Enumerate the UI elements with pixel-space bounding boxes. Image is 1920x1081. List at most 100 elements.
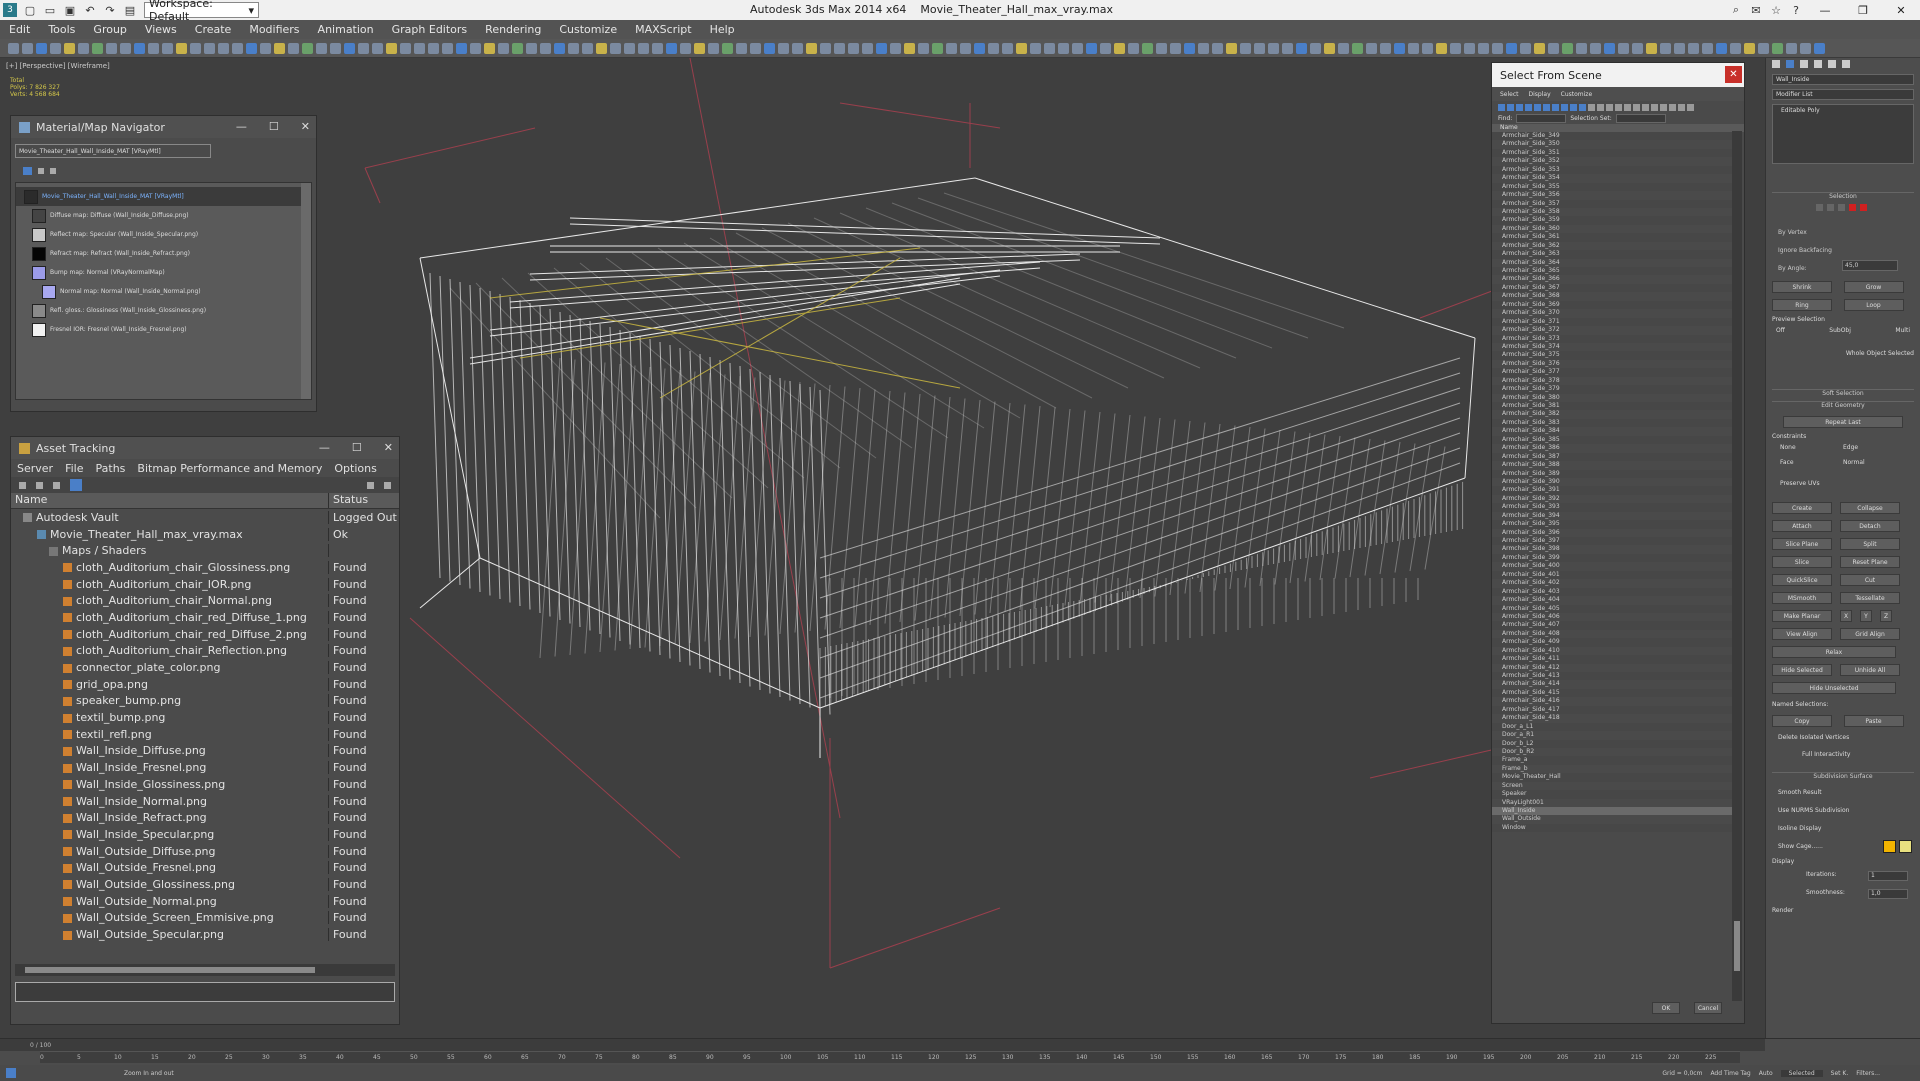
table-row[interactable]: Autodesk Vault Logged Out (... (11, 509, 399, 526)
toolbar-tool-icon[interactable] (1562, 42, 1573, 54)
list-item[interactable]: Armchair_Side_415 (1492, 688, 1732, 698)
toolbar-tool-icon[interactable] (680, 42, 691, 54)
edge-mode-icon[interactable] (1827, 204, 1834, 211)
filter-toggle-icon[interactable] (1624, 103, 1631, 111)
list-item[interactable]: Armchair_Side_385 (1492, 435, 1732, 445)
toolbar-tool-icon[interactable] (1422, 42, 1433, 54)
filter-toggle-icon[interactable] (1579, 103, 1586, 111)
toolbar-tool-icon[interactable] (1492, 42, 1503, 54)
selected-dropdown[interactable]: Selected (1780, 1069, 1823, 1077)
toolbar-tool-icon[interactable] (1744, 42, 1755, 54)
toolbar-tool-icon[interactable] (1730, 42, 1741, 54)
isoline-display-check[interactable]: Isoline Display (1778, 820, 1908, 838)
list-item[interactable]: Armchair_Side_399 (1492, 553, 1732, 563)
horizontal-scrollbar[interactable] (15, 964, 395, 976)
toolbar-tool-icon[interactable] (1002, 42, 1013, 54)
toolbar-tool-icon[interactable] (1464, 42, 1475, 54)
select-menu-display[interactable]: Display (1529, 91, 1551, 98)
toolbar-tool-icon[interactable] (1198, 42, 1209, 54)
toolbar-tool-icon[interactable] (512, 42, 523, 54)
list-item[interactable]: Armchair_Side_395 (1492, 520, 1732, 529)
table-row[interactable]: Wall_Outside_Diffuse.png Found (11, 843, 399, 860)
material-tree-item[interactable]: Fresnel IOR: Fresnel (Wall_Inside_Fresne… (16, 320, 311, 339)
list-item[interactable]: Armchair_Side_386 (1492, 444, 1732, 452)
toolbar-tool-icon[interactable] (1394, 42, 1405, 54)
close-icon[interactable]: ✕ (384, 441, 393, 454)
toolbar-tool-icon[interactable] (1758, 42, 1769, 54)
list-item[interactable]: Armchair_Side_398 (1492, 545, 1732, 553)
toolbar-tool-icon[interactable] (1590, 42, 1601, 54)
toolbar-tool-icon[interactable] (526, 42, 537, 54)
time-slider[interactable]: 0 / 100 (0, 1039, 1765, 1051)
path-field[interactable] (15, 982, 395, 1002)
toolbar-tool-icon[interactable] (1240, 42, 1251, 54)
toolbar-tool-icon[interactable] (190, 42, 201, 54)
asset-menu-file[interactable]: File (59, 462, 89, 475)
toolbar-tool-icon[interactable] (1128, 42, 1139, 54)
toolbar-tool-icon[interactable] (1072, 42, 1083, 54)
toolbar-tool-icon[interactable] (1478, 42, 1489, 54)
material-tree-item[interactable]: Reflect map: Specular (Wall_Inside_Specu… (16, 225, 311, 244)
toolbar-tool-icon[interactable] (344, 42, 355, 54)
list-item[interactable]: Armchair_Side_383 (1492, 418, 1732, 428)
table-row[interactable]: Wall_Inside_Specular.png Found (11, 826, 399, 843)
list-item[interactable]: Door_a_R1 (1492, 731, 1732, 739)
find-input[interactable] (1516, 114, 1567, 123)
table-row[interactable]: cloth_Auditorium_chair_Glossiness.png Fou… (11, 559, 399, 576)
toolbar-tool-icon[interactable] (1100, 42, 1111, 54)
grow-button[interactable]: Grow (1843, 281, 1904, 293)
list-item[interactable]: Armchair_Side_375 (1492, 351, 1732, 360)
toolbar-tool-icon[interactable] (1618, 42, 1629, 54)
toolbar-tool-icon[interactable] (848, 42, 859, 54)
x-button[interactable]: X (1840, 610, 1852, 622)
toolbar-tool-icon[interactable] (778, 42, 789, 54)
menu-maxscript[interactable]: MAXScript (626, 23, 700, 36)
toolbar-tool-icon[interactable] (540, 42, 551, 54)
list-item[interactable]: Armchair_Side_389 (1492, 469, 1732, 478)
list-item[interactable]: Wall_Inside (1492, 807, 1732, 816)
toolbar-tool-icon[interactable] (50, 42, 61, 54)
list-item[interactable]: Screen (1492, 782, 1732, 790)
filter-toggle-icon[interactable] (1588, 103, 1595, 111)
tessellate-button[interactable]: Tessellate (1840, 592, 1900, 604)
toolbar-tool-icon[interactable] (792, 42, 803, 54)
table-row[interactable]: Movie_Theater_Hall_max_vray.max Ok (11, 526, 399, 543)
toolbar-tool-icon[interactable] (974, 42, 985, 54)
list-item[interactable]: Armchair_Side_409 (1492, 638, 1732, 647)
list-item[interactable]: Movie_Theater_Hall (1492, 773, 1732, 782)
toolbar-tool-icon[interactable] (456, 42, 467, 54)
preview-multi-radio[interactable]: Multi (1895, 327, 1910, 334)
column-name[interactable]: Name (11, 493, 329, 508)
list-item[interactable]: Armchair_Side_392 (1492, 495, 1732, 503)
toolbar-tool-icon[interactable] (1254, 42, 1265, 54)
toolbar-tool-icon[interactable] (1030, 42, 1041, 54)
list-item[interactable]: Armchair_Side_381 (1492, 402, 1732, 411)
menu-help[interactable]: Help (701, 23, 744, 36)
toolbar-tool-icon[interactable] (1226, 42, 1237, 54)
toolbar-tool-icon[interactable] (834, 42, 845, 54)
toolbar-tool-icon[interactable] (428, 42, 439, 54)
filter-toggle-icon[interactable] (1516, 103, 1523, 111)
restore-button[interactable]: ❐ (1844, 4, 1882, 17)
filter-toggle-icon[interactable] (1552, 103, 1559, 111)
infocenter-icon[interactable]: ✉ (1749, 3, 1763, 17)
hide-unselected-button[interactable]: Hide Unselected (1772, 682, 1896, 694)
toolbar-tool-icon[interactable] (1184, 42, 1195, 54)
list-item[interactable]: Armchair_Side_401 (1492, 570, 1732, 580)
list-item[interactable]: Armchair_Side_403 (1492, 587, 1732, 597)
column-name[interactable]: Name (1492, 124, 1744, 132)
list-item[interactable]: Armchair_Side_404 (1492, 596, 1732, 604)
toolbar-tool-icon[interactable] (414, 42, 425, 54)
table-row[interactable]: Wall_Inside_Glossiness.png Found (11, 776, 399, 793)
list-item[interactable]: Armchair_Side_393 (1492, 503, 1732, 512)
toolbar-tool-icon[interactable] (1702, 42, 1713, 54)
table-row[interactable]: Wall_Inside_Refract.png Found (11, 809, 399, 826)
project-folder-icon[interactable]: ▤ (123, 3, 137, 17)
z-button[interactable]: Z (1880, 610, 1892, 622)
toolbar-tool-icon[interactable] (1408, 42, 1419, 54)
cut-button[interactable]: Cut (1840, 574, 1900, 586)
toolbar-tool-icon[interactable] (624, 42, 635, 54)
toolbar-tool-icon[interactable] (1674, 42, 1685, 54)
use-nurms-check[interactable]: Use NURMS Subdivision (1778, 802, 1908, 820)
list-item[interactable]: Armchair_Side_350 (1492, 140, 1732, 148)
